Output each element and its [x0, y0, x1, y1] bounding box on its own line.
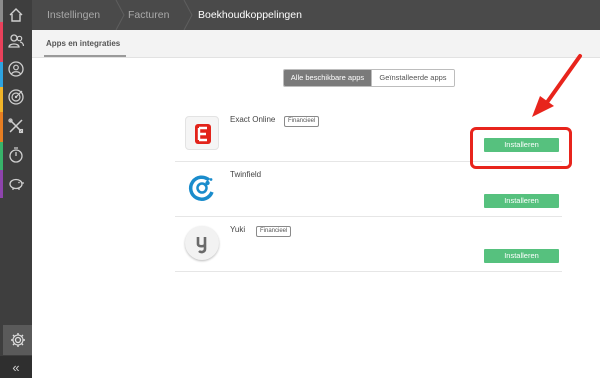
- sidebar-accent-blue: [0, 62, 3, 87]
- settings-icon[interactable]: [3, 325, 32, 355]
- install-button[interactable]: Installeren: [484, 194, 559, 208]
- breadcrumb-item-current: Boekhoudkoppelingen: [198, 9, 302, 21]
- users-icon[interactable]: [4, 29, 28, 53]
- sidebar-collapse-button[interactable]: «: [0, 356, 32, 378]
- sidebar-accent-pink: [0, 22, 3, 62]
- exact-online-logo: [185, 116, 219, 150]
- chevron-right-icon: [115, 0, 125, 30]
- app-name: Exact Online: [230, 115, 276, 124]
- sidebar-accent-home: [0, 0, 3, 22]
- timer-icon[interactable]: [4, 143, 28, 167]
- sidebar-accent-green: [0, 142, 3, 170]
- category-badge: Financieel: [284, 116, 320, 127]
- app-name: Yuki: [230, 225, 246, 234]
- target-icon[interactable]: [4, 85, 28, 109]
- breadcrumb-item-facturen[interactable]: Facturen: [128, 0, 169, 30]
- app-filter-tabs: Alle beschikbare apps Geïnstalleerde app…: [283, 69, 455, 87]
- list-item: Yuki Financieel Installeren: [175, 218, 562, 272]
- tab-all-apps[interactable]: Alle beschikbare apps: [284, 70, 371, 86]
- page-title[interactable]: Apps en integraties: [46, 39, 120, 48]
- home-icon[interactable]: [4, 3, 28, 27]
- category-badge: Financieel: [256, 226, 292, 237]
- yuki-logo: [185, 226, 219, 260]
- breadcrumb-item-instellingen[interactable]: Instellingen: [47, 0, 100, 30]
- sidebar-accent-purple: [0, 170, 3, 198]
- piggy-bank-icon[interactable]: [4, 171, 28, 195]
- list-item: Twinfield Installeren: [175, 163, 562, 217]
- chevron-right-icon: [183, 0, 193, 30]
- chevrons-left-icon: «: [12, 359, 20, 375]
- twinfield-logo: [185, 171, 219, 205]
- tab-installed-apps[interactable]: Geïnstalleerde apps: [371, 70, 454, 86]
- user-circle-icon[interactable]: [4, 57, 28, 81]
- active-tab-underline: [44, 55, 126, 57]
- breadcrumb: Instellingen Facturen Boekhoudkoppelinge…: [32, 0, 600, 30]
- annotation-highlight-box: [470, 127, 572, 169]
- subheader: Apps en integraties: [32, 30, 600, 58]
- sidebar-accent-yellow: [0, 87, 3, 112]
- install-button[interactable]: Installeren: [484, 249, 559, 263]
- sidebar-accent-orange: [0, 112, 3, 142]
- app-name: Twinfield: [230, 170, 262, 179]
- tools-icon[interactable]: [4, 114, 28, 138]
- app-root: « Instellingen Facturen Boekhoudkoppelin…: [0, 0, 600, 378]
- sidebar: «: [0, 0, 32, 378]
